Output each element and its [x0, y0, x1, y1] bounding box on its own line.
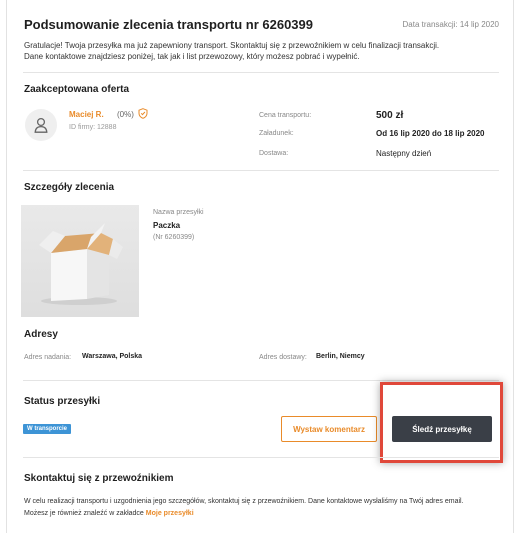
loading-value: Od 16 lip 2020 do 18 lip 2020: [376, 129, 485, 138]
accepted-offer-heading: Zaakceptowana oferta: [24, 84, 130, 95]
intro-text-line-2: Dane kontaktowe znajdziesz poniżej, tak …: [24, 52, 360, 61]
divider: [23, 170, 499, 171]
shipment-status-heading: Status przesyłki: [24, 396, 101, 407]
contact-text-line-2: Możesz je również znaleźć w zakładce Moj…: [24, 510, 194, 517]
price-value: 500 zł: [376, 110, 404, 121]
intro-text-line-1: Gratulacje! Twoja przesyłka ma już zapew…: [24, 41, 440, 50]
pickup-address-label: Adres nadania:: [24, 354, 72, 361]
pickup-address-value: Warszawa, Polska: [82, 353, 143, 360]
addresses-heading: Adresy: [24, 329, 58, 340]
carrier-name-link[interactable]: Maciej R.: [69, 110, 104, 119]
delivery-time-value: Następny dzień: [376, 149, 432, 158]
delivery-time-label: Dostawa:: [259, 150, 289, 157]
shipment-name-label: Nazwa przesyłki: [153, 209, 204, 216]
delivery-address-value: Berlin, Niemcy: [316, 353, 365, 360]
firm-id: ID firmy: 12888: [69, 124, 117, 131]
divider: [23, 72, 499, 73]
user-icon: [34, 117, 48, 133]
status-badge: W transporcie: [23, 424, 72, 434]
order-details-heading: Szczegóły zlecenia: [24, 182, 115, 193]
shield-check-icon: [138, 108, 148, 119]
transaction-date: Data transakcji: 14 lip 2020: [402, 20, 500, 29]
order-summary-panel: Podsumowanie zlecenia transportu nr 6260…: [6, 0, 514, 533]
delivery-address-label: Adres dostawy:: [259, 354, 307, 361]
shipment-number: (Nr 6260399): [153, 234, 195, 241]
add-comment-button[interactable]: Wystaw komentarz: [281, 416, 377, 442]
price-label: Cena transportu:: [259, 112, 312, 119]
avatar: [25, 109, 57, 141]
my-shipments-link[interactable]: Moje przesyłki: [146, 510, 194, 517]
package-box-image: [21, 205, 139, 317]
contact-text-line-1: W celu realizacji transportu i uzgodnien…: [24, 498, 464, 505]
track-shipment-button[interactable]: Śledź przesyłkę: [392, 416, 492, 442]
divider: [23, 457, 499, 458]
divider: [23, 380, 499, 381]
contact-text-prefix: Możesz je również znaleźć w zakładce: [24, 510, 144, 517]
page-title: Podsumowanie zlecenia transportu nr 6260…: [24, 17, 313, 32]
carrier-rating: (0%): [117, 110, 134, 119]
shipment-name: Paczka: [153, 221, 181, 230]
contact-carrier-heading: Skontaktuj się z przewoźnikiem: [24, 473, 174, 484]
loading-label: Załadunek:: [259, 130, 294, 137]
